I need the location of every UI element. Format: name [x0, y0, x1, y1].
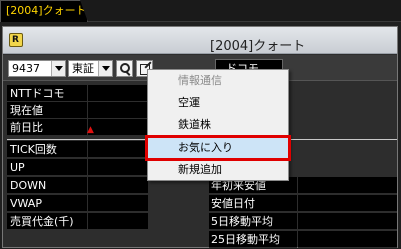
row-label-company: NTTドコモ — [7, 85, 87, 102]
row-value-current-price — [88, 102, 148, 119]
row-label-down: DOWN — [7, 177, 87, 194]
window-title: [2004]クォート — [210, 39, 306, 54]
row-label-ma25: 25日移動平均 — [209, 231, 297, 248]
row-label-ma5: 5日移動平均 — [209, 213, 297, 230]
price-change-arrow-icon: ▲ — [87, 125, 94, 135]
row-label-tick-count: TICK回数 — [7, 141, 87, 158]
row-value-vwap — [88, 195, 148, 212]
row-label-change: 前日比 — [7, 119, 87, 136]
menu-item-railway[interactable]: 鉄道株 — [148, 114, 288, 136]
menu-item-new[interactable]: 新規追加 — [148, 159, 288, 181]
chevron-down-icon[interactable] — [51, 61, 65, 76]
market-value: 東証 — [72, 62, 94, 75]
row-value-down — [88, 177, 148, 194]
stock-code-input[interactable]: 9437 — [8, 60, 66, 77]
row-value-year-low — [298, 177, 397, 194]
app-logo-icon: R — [9, 33, 23, 47]
row-label-low-date: 安値日付 — [209, 195, 297, 212]
row-value-up — [88, 159, 148, 176]
tab-quote[interactable]: [2004]クォート — [0, 0, 88, 22]
search-icon[interactable] — [116, 60, 133, 77]
row-label-vwap: VWAP — [7, 195, 87, 212]
row-value-ma25 — [298, 231, 397, 248]
row-value-tick-count — [88, 141, 148, 158]
row-label-current-price: 現在値 — [7, 102, 87, 119]
row-label-up: UP — [7, 159, 87, 176]
row-value-low-date — [298, 195, 397, 212]
stock-code-value: 9437 — [12, 62, 40, 75]
menu-item-air-transport[interactable]: 空運 — [148, 92, 288, 114]
row-value-company — [88, 85, 148, 102]
menu-item-info-comm: 情報通信 — [178, 74, 222, 87]
chevron-down-icon[interactable] — [98, 61, 112, 76]
market-select[interactable]: 東証 — [68, 60, 113, 77]
row-value-turnover — [88, 213, 148, 230]
row-value-change — [88, 119, 148, 136]
highlight-box — [145, 135, 291, 161]
title-bar[interactable] — [3, 27, 397, 54]
row-label-turnover: 売買代金(千) — [7, 213, 87, 230]
row-value-ma5 — [298, 213, 397, 230]
